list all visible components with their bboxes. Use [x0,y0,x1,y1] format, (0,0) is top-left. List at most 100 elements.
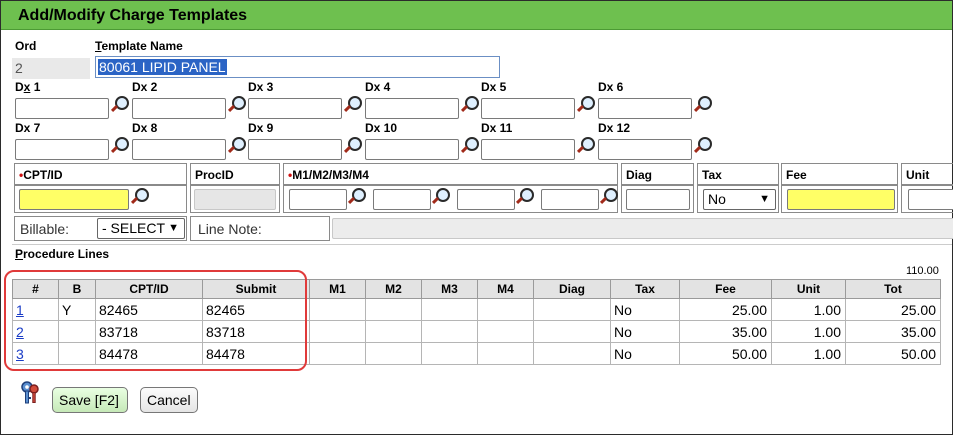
billable-select[interactable]: - SELECT - ▼ [97,218,185,239]
cell-m3 [421,342,478,365]
dx-input[interactable] [15,139,109,160]
dx-label: Dx 7 [15,121,41,135]
diag-input[interactable] [626,189,690,210]
dx-input[interactable] [132,98,226,119]
cancel-button[interactable]: Cancel [140,387,198,413]
cell-tax: No [610,320,680,343]
cell-unit: 1.00 [771,298,846,321]
cell-m1 [309,342,366,365]
dx-input[interactable] [248,98,342,119]
cell-m1 [309,320,366,343]
dx-label: Dx 3 [248,80,274,94]
magnifier-icon[interactable] [694,96,712,113]
col-tot: Tot [845,279,941,299]
cell-m4 [477,298,534,321]
cell-diag [533,320,611,343]
cell-tot: 25.00 [845,298,941,321]
window-title: Add/Modify Charge Templates [1,1,952,30]
magnifier-icon[interactable] [516,188,534,205]
cell-m2 [365,298,422,321]
cell-m1 [309,298,366,321]
chevron-down-icon: ▼ [759,193,770,205]
template-name-input[interactable]: 80061 LIPID PANEL [95,56,500,78]
line-note-label: Line Note: [198,221,262,237]
unit-input[interactable] [908,189,953,210]
cell-fee: 50.00 [679,342,772,365]
tax-header: Tax [697,163,779,185]
magnifier-icon[interactable] [432,188,450,205]
tax-select[interactable]: No ▼ [703,189,776,210]
magnifier-icon[interactable] [344,137,362,154]
dx-input[interactable] [365,139,459,160]
procid-header: ProcID [190,163,280,185]
dx-input[interactable] [132,139,226,160]
m2-input[interactable] [373,189,431,210]
cell-fee: 35.00 [679,320,772,343]
cell-m4 [477,342,534,365]
unit-header: Unit [901,163,953,185]
procedure-total: 110.00 [906,265,939,277]
magnifier-icon[interactable] [228,137,246,154]
m4-input[interactable] [541,189,599,210]
dx-label: Dx 12 [598,121,631,135]
cell-m3 [421,320,478,343]
cell-tot: 35.00 [845,320,941,343]
dx-input[interactable] [598,98,692,119]
line-note-input[interactable] [332,218,953,239]
dx-input[interactable] [598,139,692,160]
magnifier-icon[interactable] [131,188,149,205]
fee-input[interactable] [787,189,895,210]
magnifier-icon[interactable] [577,96,595,113]
magnifier-icon[interactable] [111,137,129,154]
procid-input [194,189,276,210]
magnifier-icon[interactable] [694,137,712,154]
m3-input[interactable] [457,189,515,210]
magnifier-icon[interactable] [461,96,479,113]
dx-input[interactable] [481,98,575,119]
ord-label: Ord [15,39,37,53]
modifiers-header: •M1/M2/M3/M4 [283,163,618,185]
dx-input[interactable] [15,98,109,119]
cpt-header: •CPT/ID [14,163,187,185]
fee-header: Fee [781,163,898,185]
m1-input[interactable] [289,189,347,210]
dx-input[interactable] [248,139,342,160]
cell-diag [533,342,611,365]
cell-diag [533,298,611,321]
keys-icon[interactable] [19,380,43,406]
col-tax: Tax [610,279,680,299]
magnifier-icon[interactable] [344,96,362,113]
magnifier-icon[interactable] [461,137,479,154]
magnifier-icon[interactable] [577,137,595,154]
cpt-input[interactable] [19,189,129,210]
col-m3: M3 [421,279,478,299]
col-diag: Diag [533,279,611,299]
magnifier-icon[interactable] [228,96,246,113]
dx-label: Dx 5 [481,80,507,94]
cell-m2 [365,342,422,365]
col-unit: Unit [771,279,846,299]
col-m1: M1 [309,279,366,299]
dx-label: Dx 10 [365,121,398,135]
dx-input[interactable] [365,98,459,119]
dx-label: Dx 8 [132,121,158,135]
magnifier-icon[interactable] [111,96,129,113]
cell-m3 [421,298,478,321]
chevron-down-icon: ▼ [168,222,179,234]
highlight-annotation [4,270,307,371]
magnifier-icon[interactable] [348,188,366,205]
dx-label: Dx 2 [132,80,158,94]
divider [12,244,952,245]
dx-input[interactable] [481,139,575,160]
cell-tax: No [610,298,680,321]
col-m4: M4 [477,279,534,299]
cell-m2 [365,320,422,343]
cell-tax: No [610,342,680,365]
save-button[interactable]: Save [F2] [52,387,128,413]
cell-m4 [477,320,534,343]
magnifier-icon[interactable] [600,188,618,205]
billable-label: Billable: [20,221,70,237]
col-m2: M2 [365,279,422,299]
template-name-label: Template Name [95,39,183,53]
cell-fee: 25.00 [679,298,772,321]
